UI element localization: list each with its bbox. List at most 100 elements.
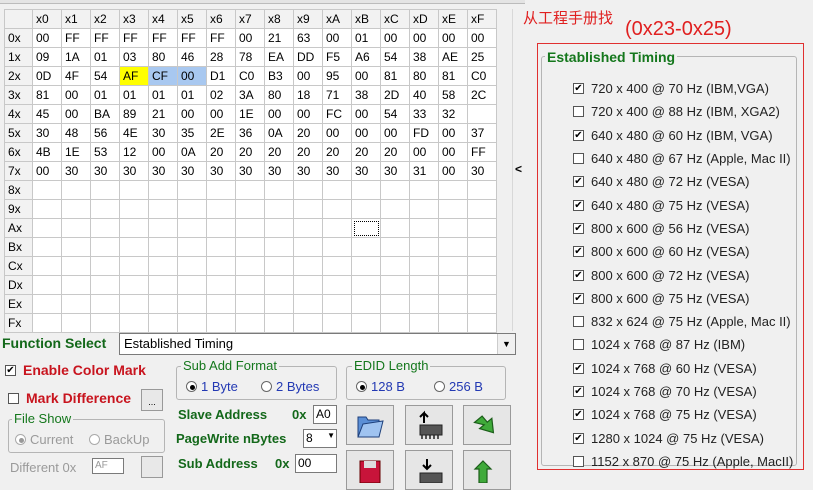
- grid-cell[interactable]: 00: [206, 104, 236, 124]
- grid-cell[interactable]: [235, 237, 265, 257]
- grid-cell[interactable]: 54: [90, 66, 120, 86]
- grid-cell[interactable]: D1: [206, 66, 236, 86]
- grid-cell[interactable]: [90, 294, 120, 314]
- grid-cell[interactable]: FF: [177, 28, 207, 48]
- grid-cell[interactable]: [467, 256, 497, 276]
- edid-length-128-option[interactable]: 128 B: [356, 379, 405, 394]
- grid-cell[interactable]: 00: [322, 123, 352, 143]
- grid-cell[interactable]: 38: [409, 47, 439, 67]
- grid-cell[interactable]: [351, 275, 381, 295]
- grid-cell[interactable]: [119, 199, 149, 219]
- grid-cell[interactable]: [148, 218, 178, 238]
- grid-cell[interactable]: [322, 256, 352, 276]
- grid-cell[interactable]: [264, 294, 294, 314]
- grid-cell[interactable]: 00: [438, 28, 468, 48]
- radio-icon[interactable]: [356, 381, 367, 392]
- grid-cell[interactable]: 45: [32, 104, 62, 124]
- grid-cell[interactable]: 30: [467, 161, 497, 181]
- grid-cell[interactable]: 81: [438, 66, 468, 86]
- grid-cell[interactable]: [32, 180, 62, 200]
- grid-cell[interactable]: 00: [177, 104, 207, 124]
- grid-cell[interactable]: [61, 294, 91, 314]
- grid-cell[interactable]: 21: [264, 28, 294, 48]
- grid-cell[interactable]: [264, 218, 294, 238]
- grid-cell[interactable]: [264, 180, 294, 200]
- grid-cell[interactable]: [380, 180, 410, 200]
- grid-cell[interactable]: 20: [206, 142, 236, 162]
- grid-cell[interactable]: [148, 294, 178, 314]
- enable-color-mark-box[interactable]: ✔: [5, 364, 16, 376]
- grid-cell[interactable]: [351, 256, 381, 276]
- grid-cell[interactable]: 01: [90, 47, 120, 67]
- grid-cell[interactable]: [409, 199, 439, 219]
- grid-cell[interactable]: DD: [293, 47, 323, 67]
- grid-cell[interactable]: 00: [61, 85, 91, 105]
- grid-cell[interactable]: [148, 256, 178, 276]
- grid-cell[interactable]: [119, 294, 149, 314]
- grid-cell[interactable]: [322, 313, 352, 333]
- timing-checkbox[interactable]: ✔: [573, 199, 584, 211]
- grid-cell[interactable]: 20: [264, 142, 294, 162]
- grid-cell[interactable]: 03: [119, 47, 149, 67]
- grid-cell[interactable]: 80: [409, 66, 439, 86]
- grid-cell[interactable]: [351, 199, 381, 219]
- grid-cell[interactable]: [119, 256, 149, 276]
- grid-cell[interactable]: 58: [438, 85, 468, 105]
- grid-cell[interactable]: 36: [235, 123, 265, 143]
- timing-checkbox-item[interactable]: ✔ 800 x 600 @ 56 Hz (VESA): [573, 217, 798, 240]
- grid-cell[interactable]: [293, 275, 323, 295]
- grid-cell[interactable]: [438, 313, 468, 333]
- timing-checkbox[interactable]: ✔: [573, 292, 584, 304]
- grid-cell[interactable]: [380, 313, 410, 333]
- grid-cell[interactable]: 78: [235, 47, 265, 67]
- chevron-down-icon[interactable]: ▼: [497, 334, 515, 354]
- grid-cell[interactable]: [438, 256, 468, 276]
- grid-cell[interactable]: [90, 256, 120, 276]
- grid-cell[interactable]: 2E: [206, 123, 236, 143]
- grid-cell[interactable]: 20: [322, 142, 352, 162]
- grid-cell[interactable]: [177, 180, 207, 200]
- grid-cell[interactable]: C0: [235, 66, 265, 86]
- grid-cell[interactable]: AE: [438, 47, 468, 67]
- grid-cell[interactable]: 25: [467, 47, 497, 67]
- grid-cell[interactable]: 35: [177, 123, 207, 143]
- grid-cell[interactable]: FF: [467, 142, 497, 162]
- grid-cell[interactable]: [90, 199, 120, 219]
- grid-cell[interactable]: 54: [380, 47, 410, 67]
- timing-checkbox[interactable]: ✔: [573, 246, 584, 258]
- timing-checkbox-item[interactable]: ✔ 640 x 480 @ 75 Hz (VESA): [573, 193, 798, 216]
- grid-cell[interactable]: 1E: [61, 142, 91, 162]
- grid-cell[interactable]: [322, 237, 352, 257]
- grid-cell[interactable]: 00: [409, 142, 439, 162]
- grid-cell[interactable]: 00: [32, 28, 62, 48]
- grid-cell[interactable]: [293, 294, 323, 314]
- timing-checkbox[interactable]: [573, 316, 584, 328]
- grid-cell[interactable]: [148, 199, 178, 219]
- grid-cell[interactable]: 00: [61, 104, 91, 124]
- grid-cell[interactable]: [409, 294, 439, 314]
- timing-checkbox-item[interactable]: 1152 x 870 @ 75 Hz (Apple, MacII): [573, 450, 798, 473]
- grid-cell[interactable]: [177, 199, 207, 219]
- grid-cell[interactable]: 56: [90, 123, 120, 143]
- grid-cell[interactable]: 30: [293, 161, 323, 181]
- radio-icon[interactable]: [261, 381, 272, 392]
- grid-cell[interactable]: 01: [90, 85, 120, 105]
- grid-cell[interactable]: [32, 294, 62, 314]
- grid-cell[interactable]: 30: [119, 161, 149, 181]
- grid-cell[interactable]: [293, 218, 323, 238]
- grid-cell[interactable]: 3A: [235, 85, 265, 105]
- grid-cell[interactable]: 00: [467, 28, 497, 48]
- grid-cell[interactable]: [177, 275, 207, 295]
- grid-cell[interactable]: [90, 313, 120, 333]
- grid-cell[interactable]: FF: [61, 28, 91, 48]
- timing-checkbox[interactable]: [573, 339, 584, 351]
- grid-cell[interactable]: 01: [148, 85, 178, 105]
- grid-cell[interactable]: 81: [32, 85, 62, 105]
- timing-checkbox[interactable]: ✔: [573, 409, 584, 421]
- grid-cell[interactable]: [177, 313, 207, 333]
- grid-cell[interactable]: 4B: [32, 142, 62, 162]
- download-chip-button[interactable]: [405, 450, 453, 490]
- grid-cell[interactable]: [177, 218, 207, 238]
- grid-cell[interactable]: [438, 294, 468, 314]
- file-show-current-option[interactable]: Current: [15, 432, 73, 447]
